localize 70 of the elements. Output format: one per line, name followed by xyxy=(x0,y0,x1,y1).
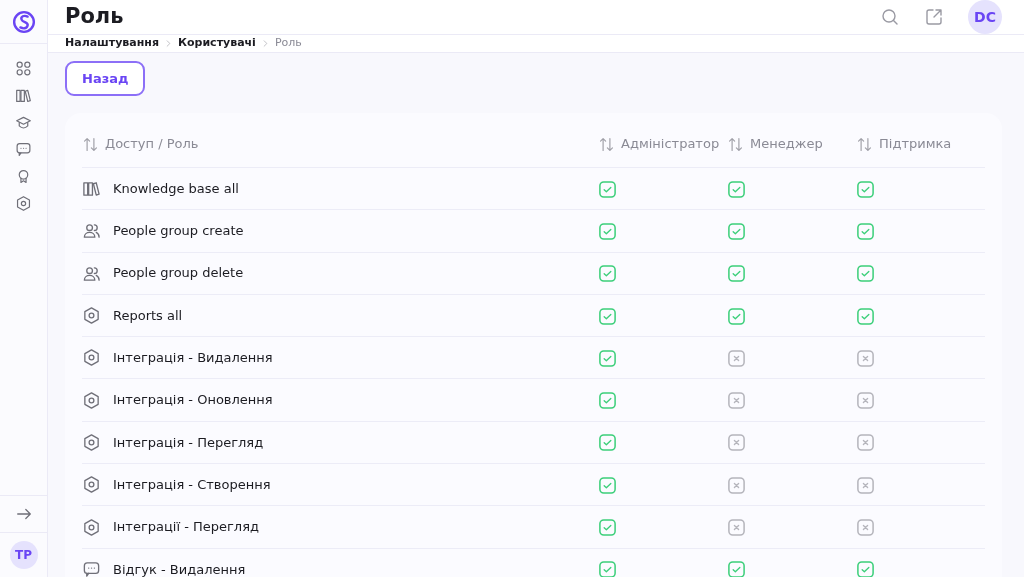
hexagon-icon xyxy=(82,306,101,326)
checked-checkbox[interactable] xyxy=(856,306,875,326)
permission-name: Відгук - Видалення xyxy=(113,560,246,577)
chevron-icon xyxy=(164,38,173,48)
hexagon-icon xyxy=(82,475,101,495)
checked-checkbox[interactable] xyxy=(856,221,875,241)
back-button[interactable]: Назад xyxy=(65,60,146,96)
permission-name: People group create xyxy=(113,222,244,241)
permission-name: Інтеграція - Перегляд xyxy=(113,433,264,452)
column-header[interactable]: Адміністратор xyxy=(621,134,720,154)
sort-icon[interactable] xyxy=(856,135,873,153)
checked-checkbox[interactable] xyxy=(598,475,617,495)
checked-checkbox[interactable] xyxy=(598,306,617,326)
page-title: Роль xyxy=(65,4,124,30)
unchecked-checkbox[interactable] xyxy=(727,433,746,453)
checked-checkbox[interactable] xyxy=(727,221,746,241)
hexagon-icon[interactable] xyxy=(15,194,32,212)
checked-checkbox[interactable] xyxy=(727,179,746,199)
unchecked-checkbox[interactable] xyxy=(856,433,875,453)
hexagon-icon xyxy=(82,517,101,537)
chat-icon xyxy=(82,559,101,577)
permission-name: Інтеграція - Створення xyxy=(113,475,271,494)
checked-checkbox[interactable] xyxy=(727,560,746,577)
checked-checkbox[interactable] xyxy=(856,179,875,199)
hexagon-icon xyxy=(82,432,101,452)
unchecked-checkbox[interactable] xyxy=(856,391,875,411)
checked-checkbox[interactable] xyxy=(856,264,875,284)
checked-checkbox[interactable] xyxy=(598,264,617,284)
column-header[interactable]: Менеджер xyxy=(750,134,823,154)
permission-name: Reports all xyxy=(113,306,183,325)
chat-icon[interactable] xyxy=(15,140,32,158)
hexagon-icon xyxy=(82,348,101,368)
column-header[interactable]: Підтримка xyxy=(879,134,952,154)
checked-checkbox[interactable] xyxy=(727,306,746,326)
permission-name: Інтеграція - Видалення xyxy=(113,349,273,368)
sort-icon[interactable] xyxy=(727,135,744,153)
checked-checkbox[interactable] xyxy=(598,560,617,577)
search-icon[interactable] xyxy=(880,7,900,27)
checked-checkbox[interactable] xyxy=(598,348,617,368)
unchecked-checkbox[interactable] xyxy=(856,518,875,537)
unchecked-checkbox[interactable] xyxy=(856,348,875,368)
unchecked-checkbox[interactable] xyxy=(727,391,746,411)
sort-icon[interactable] xyxy=(82,135,99,153)
unchecked-checkbox[interactable] xyxy=(727,475,746,495)
share-icon[interactable] xyxy=(924,7,944,27)
checked-checkbox[interactable] xyxy=(856,560,875,577)
permission-name: People group delete xyxy=(113,264,244,283)
permission-name: Інтеграції - Перегляд xyxy=(113,518,259,537)
unchecked-checkbox[interactable] xyxy=(727,518,746,537)
grid-icon[interactable] xyxy=(15,59,32,77)
checked-checkbox[interactable] xyxy=(598,433,617,453)
unchecked-checkbox[interactable] xyxy=(856,475,875,495)
people-icon xyxy=(82,221,101,241)
hexagon-icon xyxy=(82,390,101,410)
checked-checkbox[interactable] xyxy=(727,264,746,284)
breadcrumb-link[interactable]: Налаштування xyxy=(65,35,159,52)
permission-name: Інтеграція - Оновлення xyxy=(113,391,273,410)
books-icon xyxy=(82,179,101,199)
unchecked-checkbox[interactable] xyxy=(727,348,746,368)
logo-icon xyxy=(11,9,36,34)
checked-checkbox[interactable] xyxy=(598,391,617,411)
checked-checkbox[interactable] xyxy=(598,179,617,199)
sort-icon[interactable] xyxy=(598,135,615,153)
permission-name: Knowledge base all xyxy=(113,179,239,198)
column-header[interactable]: Доступ / Роль xyxy=(105,134,199,154)
user-avatar[interactable]: DC xyxy=(968,0,1002,34)
checked-checkbox[interactable] xyxy=(598,221,617,241)
checked-checkbox[interactable] xyxy=(598,518,617,537)
breadcrumb-link[interactable]: Користувачі xyxy=(178,35,256,52)
user-avatar[interactable]: TP xyxy=(9,541,38,569)
